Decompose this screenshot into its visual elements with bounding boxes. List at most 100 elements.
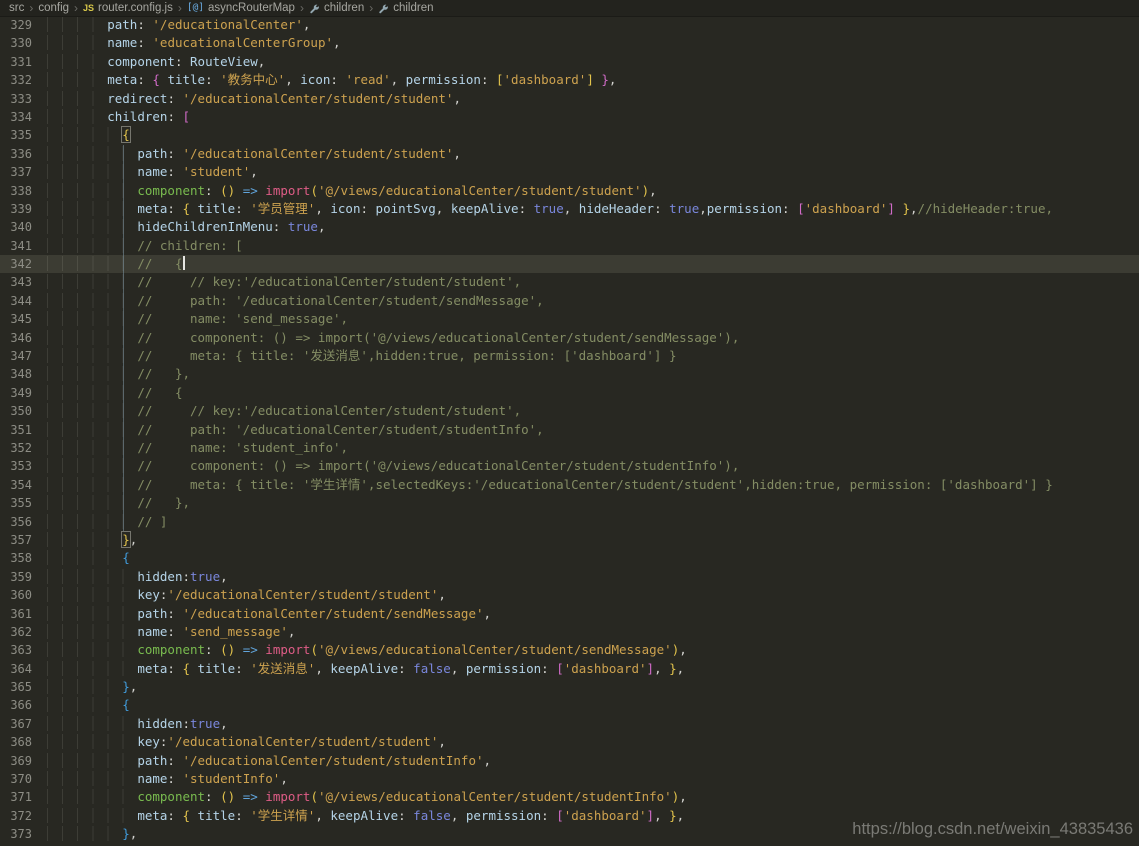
line-number[interactable]: 373: [0, 825, 47, 843]
code-line-359[interactable]: 359 hidden:true,: [0, 568, 1139, 586]
line-number[interactable]: 333: [0, 90, 47, 108]
line-number[interactable]: 369: [0, 752, 47, 770]
code-line-330[interactable]: 330 name: 'educationalCenterGroup',: [0, 34, 1139, 52]
code-line-356[interactable]: 356 // ]: [0, 513, 1139, 531]
line-number[interactable]: 337: [0, 163, 47, 181]
code-line-365[interactable]: 365 },: [0, 678, 1139, 696]
line-number[interactable]: 344: [0, 292, 47, 310]
code-line-372[interactable]: 372 meta: { title: '学生详情', keepAlive: fa…: [0, 807, 1139, 825]
code-line-334[interactable]: 334 children: [: [0, 108, 1139, 126]
code-line-346[interactable]: 346 // component: () => import('@/views/…: [0, 329, 1139, 347]
line-number[interactable]: 370: [0, 770, 47, 788]
line-number[interactable]: 350: [0, 402, 47, 420]
line-number[interactable]: 346: [0, 329, 47, 347]
code-line-329[interactable]: 329 path: '/educationalCenter',: [0, 16, 1139, 34]
line-number[interactable]: 340: [0, 218, 47, 236]
line-number[interactable]: 363: [0, 641, 47, 659]
line-number[interactable]: 367: [0, 715, 47, 733]
code-line-350[interactable]: 350 // // key:'/educationalCenter/studen…: [0, 402, 1139, 420]
code-line-338[interactable]: 338 component: () => import('@/views/edu…: [0, 182, 1139, 200]
code-line-369[interactable]: 369 path: '/educationalCenter/student/st…: [0, 752, 1139, 770]
line-number[interactable]: 352: [0, 439, 47, 457]
code-line-349[interactable]: 349 // {: [0, 384, 1139, 402]
code-content: // path: '/educationalCenter/student/sen…: [47, 292, 1139, 310]
line-number[interactable]: 364: [0, 660, 47, 678]
code-line-373[interactable]: 373 },: [0, 825, 1139, 843]
code-line-370[interactable]: 370 name: 'studentInfo',: [0, 770, 1139, 788]
line-number[interactable]: 361: [0, 605, 47, 623]
code-line-371[interactable]: 371 component: () => import('@/views/edu…: [0, 788, 1139, 806]
line-number[interactable]: 342: [0, 255, 47, 273]
code-line-368[interactable]: 368 key:'/educationalCenter/student/stud…: [0, 733, 1139, 751]
code-line-337[interactable]: 337 name: 'student',: [0, 163, 1139, 181]
line-number[interactable]: 331: [0, 53, 47, 71]
code-line-341[interactable]: 341 // children: [: [0, 237, 1139, 255]
code-line-335[interactable]: 335 {: [0, 126, 1139, 144]
code-line-340[interactable]: 340 hideChildrenInMenu: true,: [0, 218, 1139, 236]
line-number[interactable]: 334: [0, 108, 47, 126]
code-line-361[interactable]: 361 path: '/educationalCenter/student/se…: [0, 605, 1139, 623]
line-number[interactable]: 368: [0, 733, 47, 751]
line-number[interactable]: 338: [0, 182, 47, 200]
line-number[interactable]: 355: [0, 494, 47, 512]
code-line-357[interactable]: 357 },: [0, 530, 1139, 549]
code-line-351[interactable]: 351 // path: '/educationalCenter/student…: [0, 421, 1139, 439]
code-token: // },: [137, 495, 190, 511]
line-number[interactable]: 357: [0, 531, 47, 549]
code-line-360[interactable]: 360 key:'/educationalCenter/student/stud…: [0, 586, 1139, 604]
line-number[interactable]: 339: [0, 200, 47, 218]
code-line-333[interactable]: 333 redirect: '/educationalCenter/studen…: [0, 90, 1139, 108]
breadcrumb-item-children[interactable]: children: [377, 0, 434, 17]
line-number[interactable]: 349: [0, 384, 47, 402]
editor-pane[interactable]: 329 path: '/educationalCenter', 330 name:…: [0, 16, 1139, 846]
line-number[interactable]: 360: [0, 586, 47, 604]
code-line-362[interactable]: 362 name: 'send_message',: [0, 623, 1139, 641]
line-number[interactable]: 359: [0, 568, 47, 586]
breadcrumb-item-children[interactable]: children: [308, 0, 365, 17]
code-line-344[interactable]: 344 // path: '/educationalCenter/student…: [0, 292, 1139, 310]
code-line-348[interactable]: 348 // },: [0, 365, 1139, 383]
code-line-347[interactable]: 347 // meta: { title: '发送消息',hidden:true…: [0, 347, 1139, 365]
code-line-355[interactable]: 355 // },: [0, 494, 1139, 512]
line-number[interactable]: 372: [0, 807, 47, 825]
line-number[interactable]: 341: [0, 237, 47, 255]
code-line-358[interactable]: 358 {: [0, 549, 1139, 567]
breadcrumb-item-asyncroutermap[interactable]: [@] asyncRouterMap: [186, 0, 296, 17]
code-line-345[interactable]: 345 // name: 'send_message',: [0, 310, 1139, 328]
line-number[interactable]: 371: [0, 788, 47, 806]
code-line-354[interactable]: 354 // meta: { title: '学生详情',selectedKey…: [0, 476, 1139, 494]
line-number[interactable]: 329: [0, 16, 47, 34]
line-number[interactable]: 345: [0, 310, 47, 328]
line-number[interactable]: 335: [0, 126, 47, 144]
code-line-352[interactable]: 352 // name: 'student_info',: [0, 439, 1139, 457]
code-line-364[interactable]: 364 meta: { title: '发送消息', keepAlive: fa…: [0, 660, 1139, 678]
code-line-363[interactable]: 363 component: () => import('@/views/edu…: [0, 641, 1139, 659]
line-number[interactable]: 330: [0, 34, 47, 52]
line-number[interactable]: 353: [0, 457, 47, 475]
line-number[interactable]: 365: [0, 678, 47, 696]
line-number[interactable]: 362: [0, 623, 47, 641]
code-line-367[interactable]: 367 hidden:true,: [0, 715, 1139, 733]
code-line-336[interactable]: 336 path: '/educationalCenter/student/st…: [0, 145, 1139, 163]
code-line-339[interactable]: 339 meta: { title: '学员管理', icon: pointSv…: [0, 200, 1139, 218]
breadcrumb-item-config[interactable]: config: [37, 0, 70, 17]
code-line-366[interactable]: 366 {: [0, 696, 1139, 714]
code-line-353[interactable]: 353 // component: () => import('@/views/…: [0, 457, 1139, 475]
breadcrumb-item-router-config-js[interactable]: JS router.config.js: [82, 0, 174, 17]
breadcrumb-item-src[interactable]: src: [8, 0, 25, 17]
code-token: RouteView: [190, 53, 258, 69]
line-number[interactable]: 336: [0, 145, 47, 163]
line-number[interactable]: 347: [0, 347, 47, 365]
line-number[interactable]: 356: [0, 513, 47, 531]
line-number[interactable]: 348: [0, 365, 47, 383]
code-line-332[interactable]: 332 meta: { title: '教务中心', icon: 'read',…: [0, 71, 1139, 89]
line-number[interactable]: 366: [0, 696, 47, 714]
line-number[interactable]: 343: [0, 273, 47, 291]
code-line-331[interactable]: 331 component: RouteView,: [0, 53, 1139, 71]
line-number[interactable]: 332: [0, 71, 47, 89]
code-line-343[interactable]: 343 // // key:'/educationalCenter/studen…: [0, 273, 1139, 291]
line-number[interactable]: 351: [0, 421, 47, 439]
code-line-342[interactable]: 342 // {: [0, 255, 1139, 274]
line-number[interactable]: 358: [0, 549, 47, 567]
line-number[interactable]: 354: [0, 476, 47, 494]
